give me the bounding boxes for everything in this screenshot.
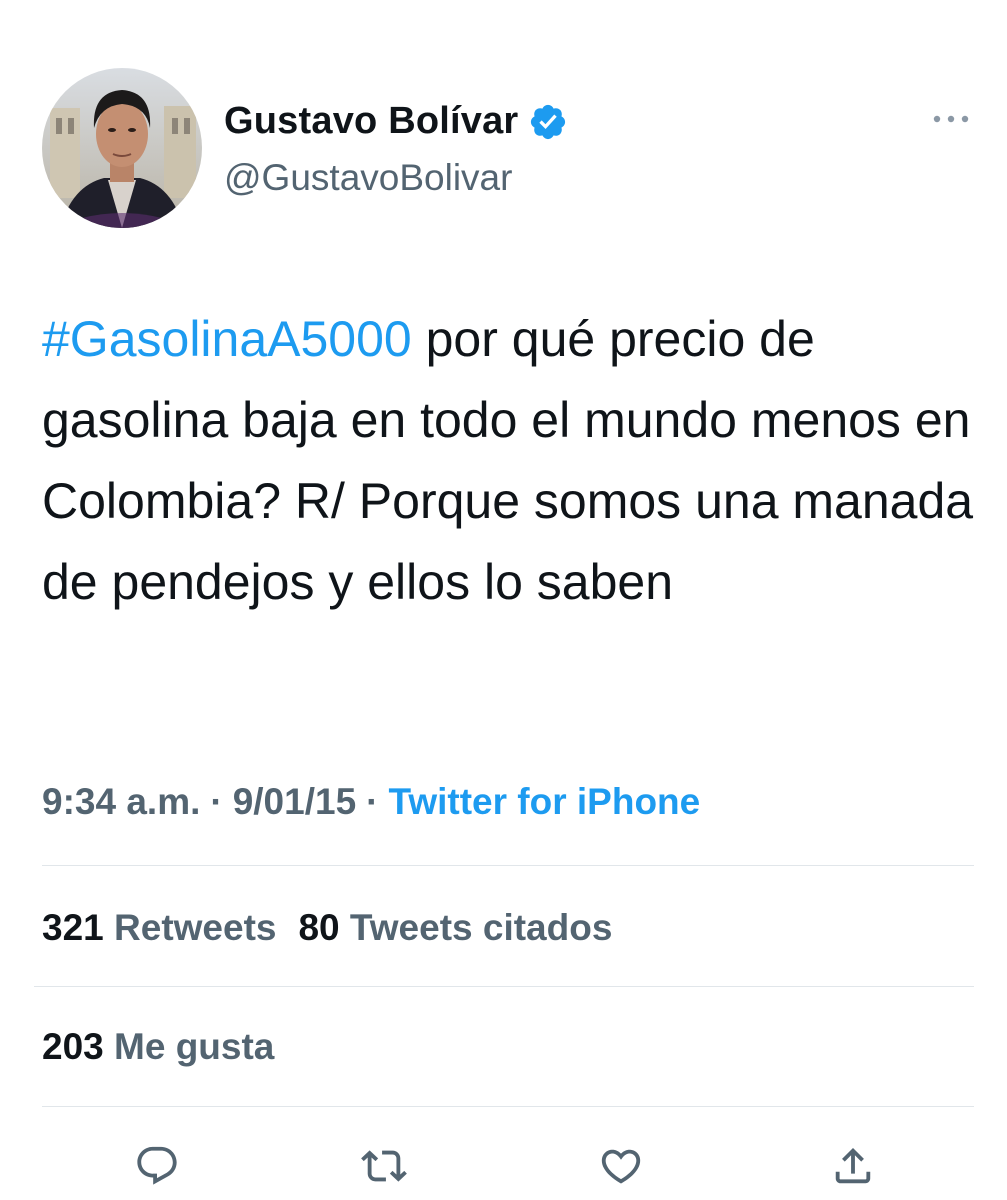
tweet-text: #GasolinaA5000 por qué precio de gasolin…	[42, 299, 982, 623]
reply-icon[interactable]	[134, 1143, 180, 1189]
likes-stats-row: 203 Me gusta	[42, 1021, 274, 1073]
retweets-stat[interactable]: 321 Retweets	[42, 907, 276, 948]
meta-separator: ·	[210, 781, 223, 822]
likes-label: Me gusta	[114, 1026, 275, 1067]
avatar[interactable]	[42, 68, 202, 228]
quotes-label: Tweets citados	[349, 907, 613, 948]
divider	[42, 1106, 974, 1107]
quotes-count: 80	[298, 907, 340, 948]
divider	[42, 865, 974, 866]
tweet-meta: 9:34 a.m. · 9/01/15 · Twitter for iPhone	[42, 776, 700, 828]
meta-separator: ·	[366, 781, 379, 822]
tweet-time[interactable]: 9:34 a.m.	[42, 781, 200, 822]
likes-count: 203	[42, 1026, 104, 1067]
more-icon[interactable]	[930, 107, 972, 131]
author-handle[interactable]: @GustavoBolivar	[224, 154, 512, 202]
retweets-count: 321	[42, 907, 104, 948]
verified-badge-icon	[528, 102, 568, 142]
tweet-date[interactable]: 9/01/15	[233, 781, 356, 822]
heart-icon[interactable]	[598, 1143, 644, 1189]
retweets-label: Retweets	[114, 907, 277, 948]
avatar-image	[42, 68, 202, 228]
author-name-row: Gustavo Bolívar	[224, 96, 568, 146]
share-icon[interactable]	[830, 1143, 876, 1189]
tweet-source-link[interactable]: Twitter for iPhone	[388, 781, 700, 822]
author-display-name[interactable]: Gustavo Bolívar	[224, 100, 518, 143]
likes-stat[interactable]: 203 Me gusta	[42, 1026, 274, 1067]
quotes-stat[interactable]: 80 Tweets citados	[298, 907, 612, 948]
divider	[34, 986, 974, 987]
retweet-icon[interactable]	[361, 1143, 407, 1189]
hashtag-link[interactable]: #GasolinaA5000	[42, 311, 412, 367]
retweet-stats-row: 321 Retweets 80 Tweets citados	[42, 902, 612, 954]
